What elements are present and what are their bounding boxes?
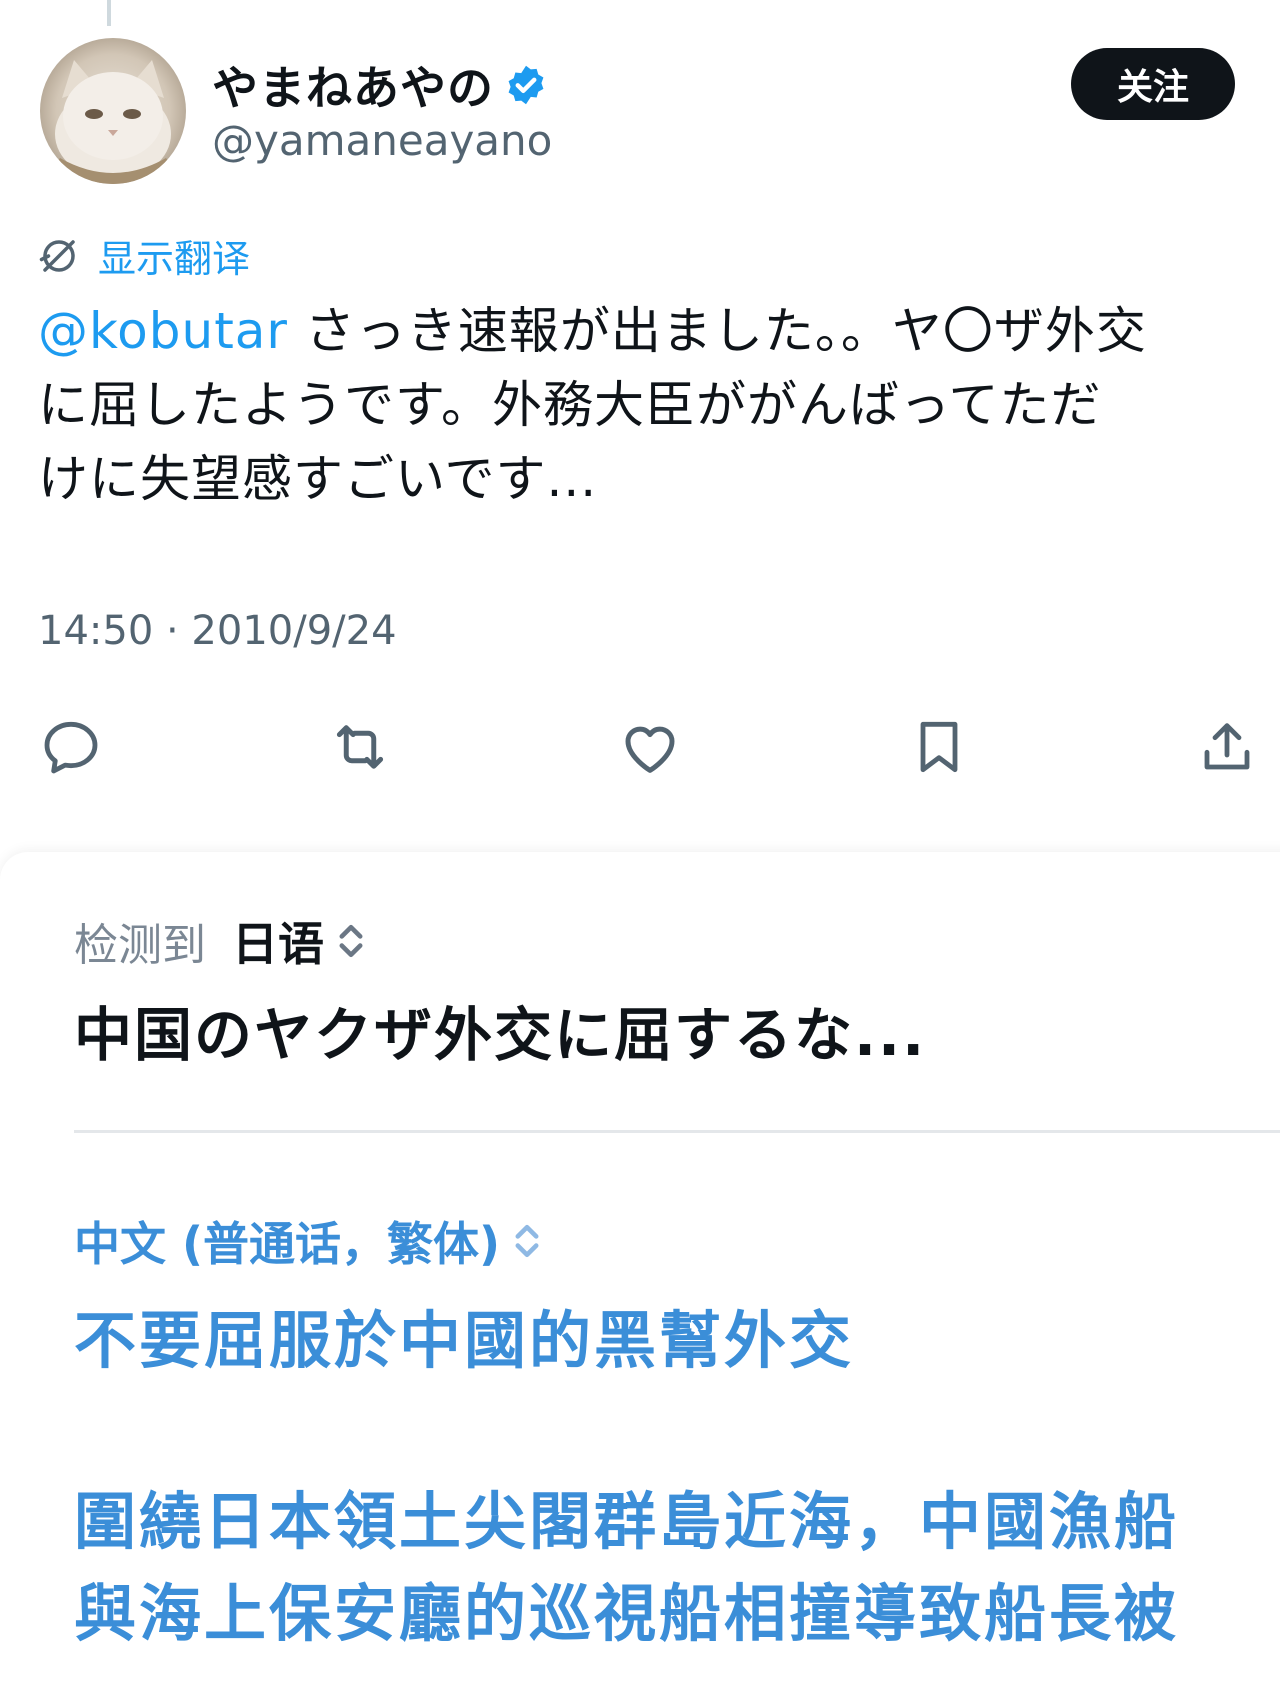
- reply-icon: [44, 721, 98, 774]
- like-button[interactable]: [615, 712, 685, 782]
- retweet-icon: [336, 725, 384, 769]
- show-translation-label: 显示翻译: [98, 237, 251, 281]
- chevron-up-down-icon: [339, 924, 363, 958]
- user-handle[interactable]: @yamaneayano: [212, 116, 552, 165]
- author-name-row: やまねあやの: [212, 52, 548, 118]
- share-button[interactable]: [1192, 712, 1262, 782]
- show-translation-link[interactable]: 显示翻译: [38, 228, 250, 283]
- avatar[interactable]: [40, 38, 186, 184]
- cat-avatar-image: [40, 60, 186, 184]
- tweet-text: @kobutar さっき速報が出ました。。ヤ〇ザ外交 に屈したようです。外務大臣…: [38, 294, 1248, 516]
- chevron-up-down-icon: [515, 1224, 539, 1258]
- translated-title: 不要屈服於中國的黑幫外交: [74, 1304, 855, 1377]
- tweet-text-line: @kobutar さっき速報が出ました。。ヤ〇ザ外交: [38, 294, 1248, 368]
- like-icon: [625, 726, 675, 773]
- reply-button[interactable]: [36, 712, 106, 782]
- translated-line: 與海上保安廳的巡視船相撞導致船長被: [74, 1577, 1180, 1650]
- tweet-text-line: けに失望感すごいです...: [38, 450, 598, 508]
- tweet-page: やまねあやの @yamaneayano 关注 显示翻译 @kobutar さっき…: [0, 0, 1280, 1706]
- verified-badge-icon: [508, 65, 544, 105]
- bookmark-icon: [920, 721, 958, 773]
- translated-line: 圍繞日本領土尖閣群島近海，中國漁船: [74, 1485, 1180, 1558]
- tweet-action-bar: [0, 712, 1280, 782]
- detected-label: 检测到: [74, 920, 206, 971]
- translate-icon: [39, 239, 75, 272]
- source-language-selector[interactable]: 检测到 日语: [74, 908, 368, 974]
- display-name[interactable]: やまねあやの: [212, 52, 494, 118]
- target-language: 中文 (普通话，繁体): [74, 1217, 501, 1271]
- source-text: 中国のヤクザ外交に屈するな...: [74, 1001, 927, 1069]
- follow-button[interactable]: 关注: [1071, 48, 1235, 120]
- tweet-text-segment: さっき速報が出ました。。ヤ〇ザ外交: [288, 302, 1147, 360]
- mention-link[interactable]: @kobutar: [38, 302, 288, 360]
- bookmark-button[interactable]: [904, 712, 974, 782]
- divider: [74, 1130, 1280, 1133]
- retweet-button[interactable]: [325, 712, 395, 782]
- share-icon: [1204, 723, 1250, 770]
- thread-connector: [107, 0, 111, 26]
- source-language: 日语: [232, 917, 324, 971]
- translated-paragraph: 圍繞日本領土尖閣群島近海，中國漁船 與海上保安廳的巡視船相撞導致船長被: [74, 1476, 1280, 1660]
- screenshot-bottom-edge: [0, 1670, 1280, 1706]
- tweet-timestamp[interactable]: 14:50 · 2010/9/24: [38, 608, 397, 654]
- target-language-selector[interactable]: 中文 (普通话，繁体): [74, 1208, 544, 1274]
- tweet-text-line: に屈したようです。外務大臣ががんばってただ: [38, 376, 1102, 434]
